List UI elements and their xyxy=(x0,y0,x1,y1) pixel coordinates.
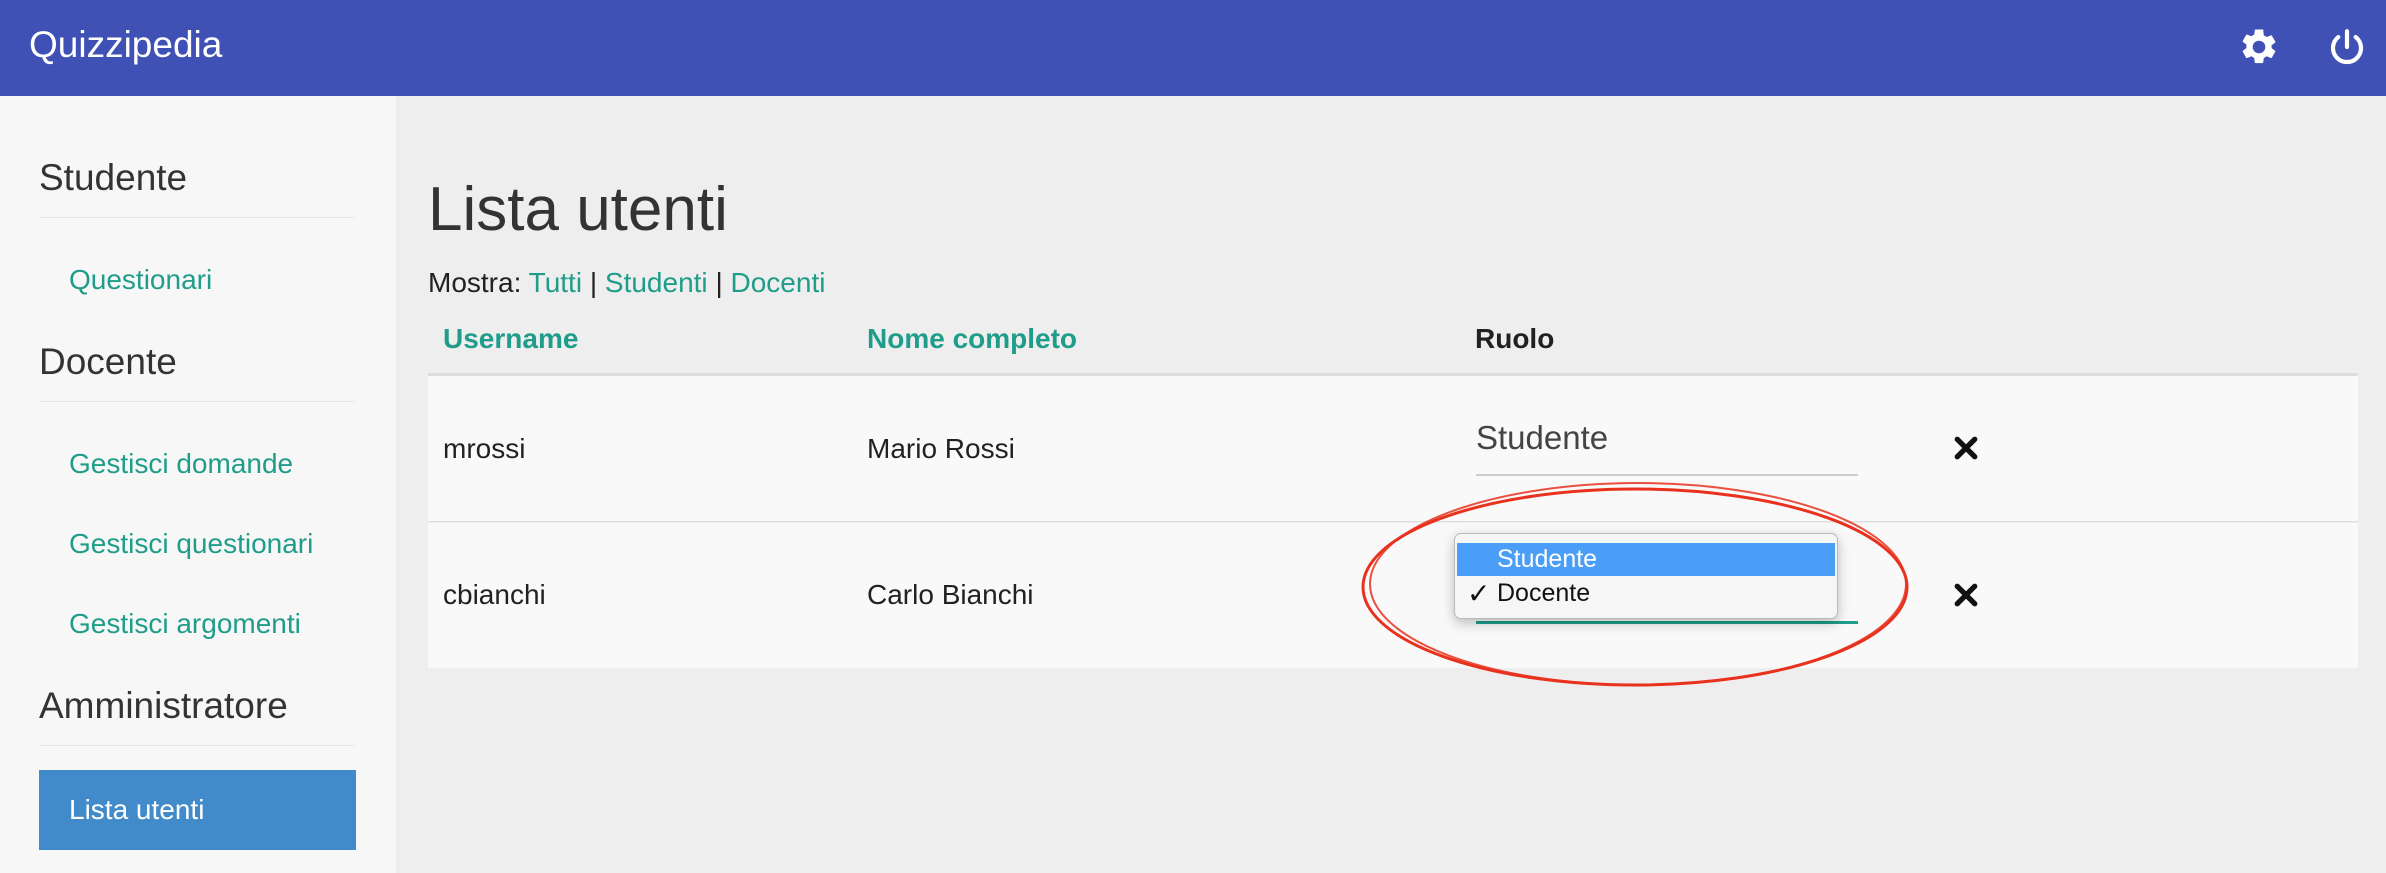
page-title: Lista utenti xyxy=(428,175,728,244)
sidebar-item-label: Lista utenti xyxy=(69,794,205,825)
column-header-username[interactable]: Username xyxy=(443,322,578,356)
username-cell: cbianchi xyxy=(443,579,546,610)
column-header-ruolo: Ruolo xyxy=(1475,323,1555,354)
dropdown-option-studente[interactable]: Studente xyxy=(1457,543,1835,576)
top-navbar: Quizzipedia xyxy=(0,0,2386,96)
option-label: Docente xyxy=(1497,579,1591,607)
filter-separator: | xyxy=(589,267,598,298)
gear-icon[interactable] xyxy=(2238,26,2280,68)
sidebar-item-gestisci-domande[interactable]: Gestisci domande xyxy=(69,447,293,481)
filter-tutti-link[interactable]: Tutti xyxy=(529,267,582,298)
filter-bar: Mostra: Tutti | Studenti | Docenti xyxy=(428,266,825,300)
role-dropdown-menu: Studente ✓ Docente xyxy=(1454,533,1838,619)
column-header-nome-completo[interactable]: Nome completo xyxy=(867,322,1077,356)
power-icon[interactable] xyxy=(2326,26,2368,68)
sidebar-item-questionari[interactable]: Questionari xyxy=(69,263,212,297)
delete-user-icon[interactable] xyxy=(1951,580,1981,610)
option-label: Studente xyxy=(1497,545,1598,573)
filter-studenti-link[interactable]: Studenti xyxy=(605,267,708,298)
sidebar-item-gestisci-argomenti[interactable]: Gestisci argomenti xyxy=(69,607,301,641)
sidebar-item-gestisci-questionari[interactable]: Gestisci questionari xyxy=(69,527,313,561)
username-cell: mrossi xyxy=(443,433,526,464)
role-select-value: Studente xyxy=(1476,419,1609,456)
checkmark-icon: ✓ xyxy=(1467,578,1491,609)
full-name-cell: Carlo Bianchi xyxy=(867,579,1034,610)
table-row: cbianchi Carlo Bianchi xyxy=(428,523,2358,668)
sidebar-section-amministratore: Amministratore xyxy=(39,684,355,746)
sidebar: Studente Questionari Docente Gestisci do… xyxy=(0,96,396,873)
dropdown-option-docente[interactable]: ✓ Docente xyxy=(1457,577,1835,610)
table-row: mrossi Mario Rossi Studente xyxy=(428,376,2358,522)
filter-separator: | xyxy=(715,267,723,298)
sidebar-item-lista-utenti[interactable]: Lista utenti xyxy=(39,770,356,850)
app-brand[interactable]: Quizzipedia xyxy=(29,22,222,68)
role-select-underline xyxy=(1476,621,1858,624)
filter-label: Mostra: xyxy=(428,267,522,298)
sidebar-section-docente: Docente xyxy=(39,340,355,402)
filter-docenti-link[interactable]: Docenti xyxy=(731,267,826,298)
role-select[interactable]: Studente xyxy=(1476,416,1858,476)
sidebar-section-studente: Studente xyxy=(39,156,355,218)
full-name-cell: Mario Rossi xyxy=(867,433,1015,464)
delete-user-icon[interactable] xyxy=(1951,433,1981,463)
role-select-underline xyxy=(1476,474,1858,476)
